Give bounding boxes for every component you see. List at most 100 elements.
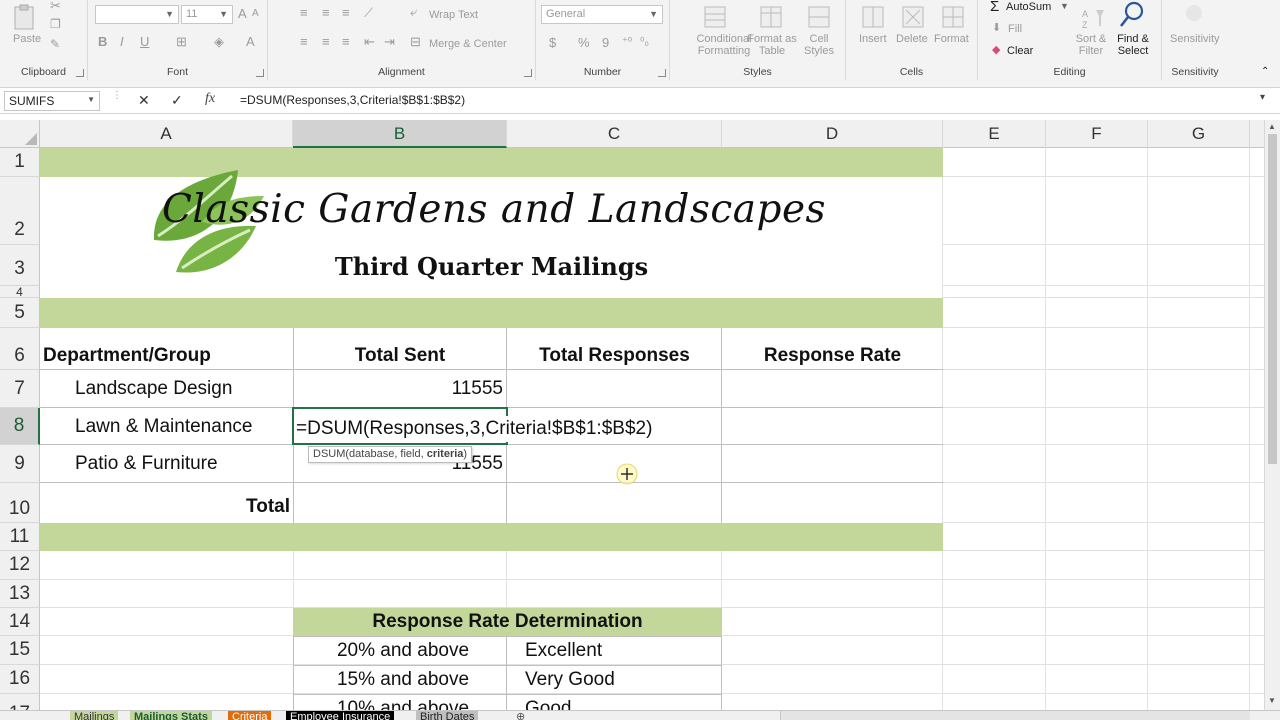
column-header-d[interactable]: D — [722, 120, 943, 148]
fill-color-icon[interactable]: ◈ — [214, 34, 224, 50]
column-header-a[interactable]: A — [40, 120, 293, 148]
insert-cells-icon[interactable] — [860, 4, 886, 35]
underline-button[interactable]: U — [140, 34, 149, 49]
rrd-range-1[interactable]: 20% and above — [293, 637, 513, 665]
column-header-e[interactable]: E — [943, 120, 1046, 148]
merge-center-icon[interactable]: ⊟ — [410, 34, 421, 50]
number-launcher-icon[interactable] — [658, 69, 666, 77]
merge-center-button[interactable]: Merge & Center — [429, 38, 507, 50]
wrap-text-icon[interactable]: ⤶ — [410, 4, 417, 20]
dept-lawn-maintenance[interactable]: Lawn & Maintenance — [75, 413, 252, 441]
search-icon[interactable] — [1118, 0, 1146, 35]
row-header-13[interactable]: 13 — [0, 580, 40, 608]
scroll-thumb[interactable] — [1268, 134, 1277, 464]
cell-edit-formula[interactable]: =DSUM(Responses,3,Criteria!$B$1:$B$2) — [296, 416, 657, 442]
header-sent[interactable]: Total Sent — [293, 342, 507, 370]
copy-icon[interactable]: ❐ — [50, 17, 61, 31]
find-select-button[interactable]: Find & Select — [1114, 33, 1152, 57]
delete-button[interactable]: Delete — [896, 33, 928, 45]
conditional-formatting-icon[interactable] — [702, 4, 728, 35]
format-cells-icon[interactable] — [940, 4, 966, 35]
autosum-button[interactable]: AutoSum — [1006, 1, 1051, 13]
add-sheet-icon[interactable]: ⊕ — [512, 711, 529, 720]
cut-icon[interactable]: ✂ — [50, 0, 61, 14]
row-header-11[interactable]: 11 — [0, 523, 40, 551]
dept-patio-furniture[interactable]: Patio & Furniture — [75, 450, 218, 478]
rrd-rating-3[interactable]: Good — [525, 695, 571, 710]
rrd-title[interactable]: Response Rate Determination — [293, 608, 722, 636]
fill-button[interactable]: Fill — [1008, 23, 1022, 35]
row-header-3[interactable]: 3 — [0, 245, 40, 286]
sheet-tab-birth-dates[interactable]: Birth Dates — [416, 711, 479, 720]
increase-indent-icon[interactable]: ⇥ — [384, 34, 395, 50]
increase-decimal-icon[interactable]: ⁺⁰ — [622, 35, 632, 48]
rrd-range-3[interactable]: 10% and above — [293, 695, 513, 710]
row-header-16[interactable]: 16 — [0, 665, 40, 694]
rrd-rating-1[interactable]: Excellent — [525, 637, 602, 665]
column-header-b[interactable]: B — [293, 120, 507, 148]
row-header-4[interactable]: 4 — [0, 285, 40, 299]
bold-button[interactable]: B — [98, 34, 107, 49]
align-top-icon[interactable]: ≡ — [300, 5, 308, 20]
align-left-icon[interactable]: ≡ — [300, 34, 308, 49]
horizontal-scrollbar[interactable] — [780, 711, 1250, 720]
scroll-down-icon[interactable]: ▼ — [1268, 696, 1276, 705]
delete-cells-icon[interactable] — [900, 4, 926, 35]
clipboard-launcher-icon[interactable] — [76, 69, 84, 77]
decrease-decimal-icon[interactable]: ⁰₀ — [640, 35, 649, 48]
row-header-12[interactable]: 12 — [0, 551, 40, 580]
format-painter-icon[interactable]: ✎ — [50, 37, 60, 51]
column-header-f[interactable]: F — [1046, 120, 1148, 148]
row-header-17[interactable]: 17 — [0, 694, 40, 710]
row-header-5[interactable]: 5 — [0, 298, 40, 328]
sheet-tab-mailings[interactable]: Mailings — [70, 711, 119, 720]
select-all-corner[interactable] — [0, 120, 40, 148]
header-dept[interactable]: Department/Group — [43, 342, 211, 370]
fill-icon[interactable]: ⬇ — [992, 21, 1001, 34]
chevron-down-icon[interactable]: ▼ — [87, 95, 95, 104]
grow-font-icon[interactable]: A — [238, 6, 247, 21]
cancel-icon[interactable]: ✕ — [138, 92, 150, 109]
column-header-g[interactable]: G — [1148, 120, 1250, 148]
sort-filter-button[interactable]: Sort & Filter — [1074, 33, 1108, 57]
align-center-icon[interactable]: ≡ — [322, 34, 330, 49]
function-tooltip[interactable]: DSUM(database, field, criteria) — [308, 446, 473, 463]
header-rate[interactable]: Response Rate — [722, 342, 943, 370]
expand-formula-bar-icon[interactable]: ▾ — [1260, 92, 1265, 103]
sheet-tab-criteria[interactable]: Criteria — [228, 711, 272, 720]
scroll-up-icon[interactable]: ▲ — [1268, 122, 1276, 131]
row-header-2[interactable]: 2 — [0, 177, 40, 245]
row-header-14[interactable]: 14 — [0, 608, 40, 636]
collapse-ribbon-icon[interactable]: ⌃ — [1261, 66, 1269, 77]
row-header-8[interactable]: 8 — [0, 408, 40, 445]
enter-icon[interactable]: ✓ — [171, 92, 183, 109]
font-name-box[interactable]: ▼ — [95, 5, 179, 24]
dept-landscape-design[interactable]: Landscape Design — [75, 375, 232, 403]
currency-button[interactable]: $ — [549, 35, 556, 50]
align-middle-icon[interactable]: ≡ — [322, 5, 330, 20]
row-header-10[interactable]: 10 — [0, 483, 40, 523]
paste-button[interactable]: Paste — [13, 33, 41, 45]
format-as-table-icon[interactable] — [758, 4, 784, 35]
sensitivity-icon[interactable] — [1186, 5, 1202, 21]
insert-function-icon[interactable]: fx — [205, 91, 215, 107]
format-button[interactable]: Format — [934, 33, 969, 45]
autosum-icon[interactable]: Σ — [990, 0, 999, 15]
sheet-tab-employee-insurance[interactable]: Employee Insurance — [286, 711, 395, 720]
formula-input[interactable]: =DSUM(Responses,3,Criteria!$B$1:$B$2) — [240, 93, 465, 107]
font-color-icon[interactable]: A — [246, 34, 255, 49]
eraser-icon[interactable]: ◆ — [992, 43, 1000, 56]
paste-icon[interactable] — [10, 4, 40, 32]
alignment-launcher-icon[interactable] — [524, 69, 532, 77]
vertical-scrollbar[interactable]: ▲ ▼ — [1264, 120, 1280, 710]
align-bottom-icon[interactable]: ≡ — [342, 5, 350, 20]
rrd-rating-2[interactable]: Very Good — [525, 666, 615, 694]
row-header-15[interactable]: 15 — [0, 636, 40, 665]
align-right-icon[interactable]: ≡ — [342, 34, 350, 49]
cell-styles-icon[interactable] — [806, 4, 832, 35]
insert-button[interactable]: Insert — [859, 33, 887, 45]
row-header-7[interactable]: 7 — [0, 370, 40, 408]
percent-button[interactable]: % — [578, 35, 590, 50]
format-as-table-button[interactable]: Format as Table — [746, 33, 798, 57]
sent-landscape-design[interactable]: 11555 — [293, 375, 503, 403]
